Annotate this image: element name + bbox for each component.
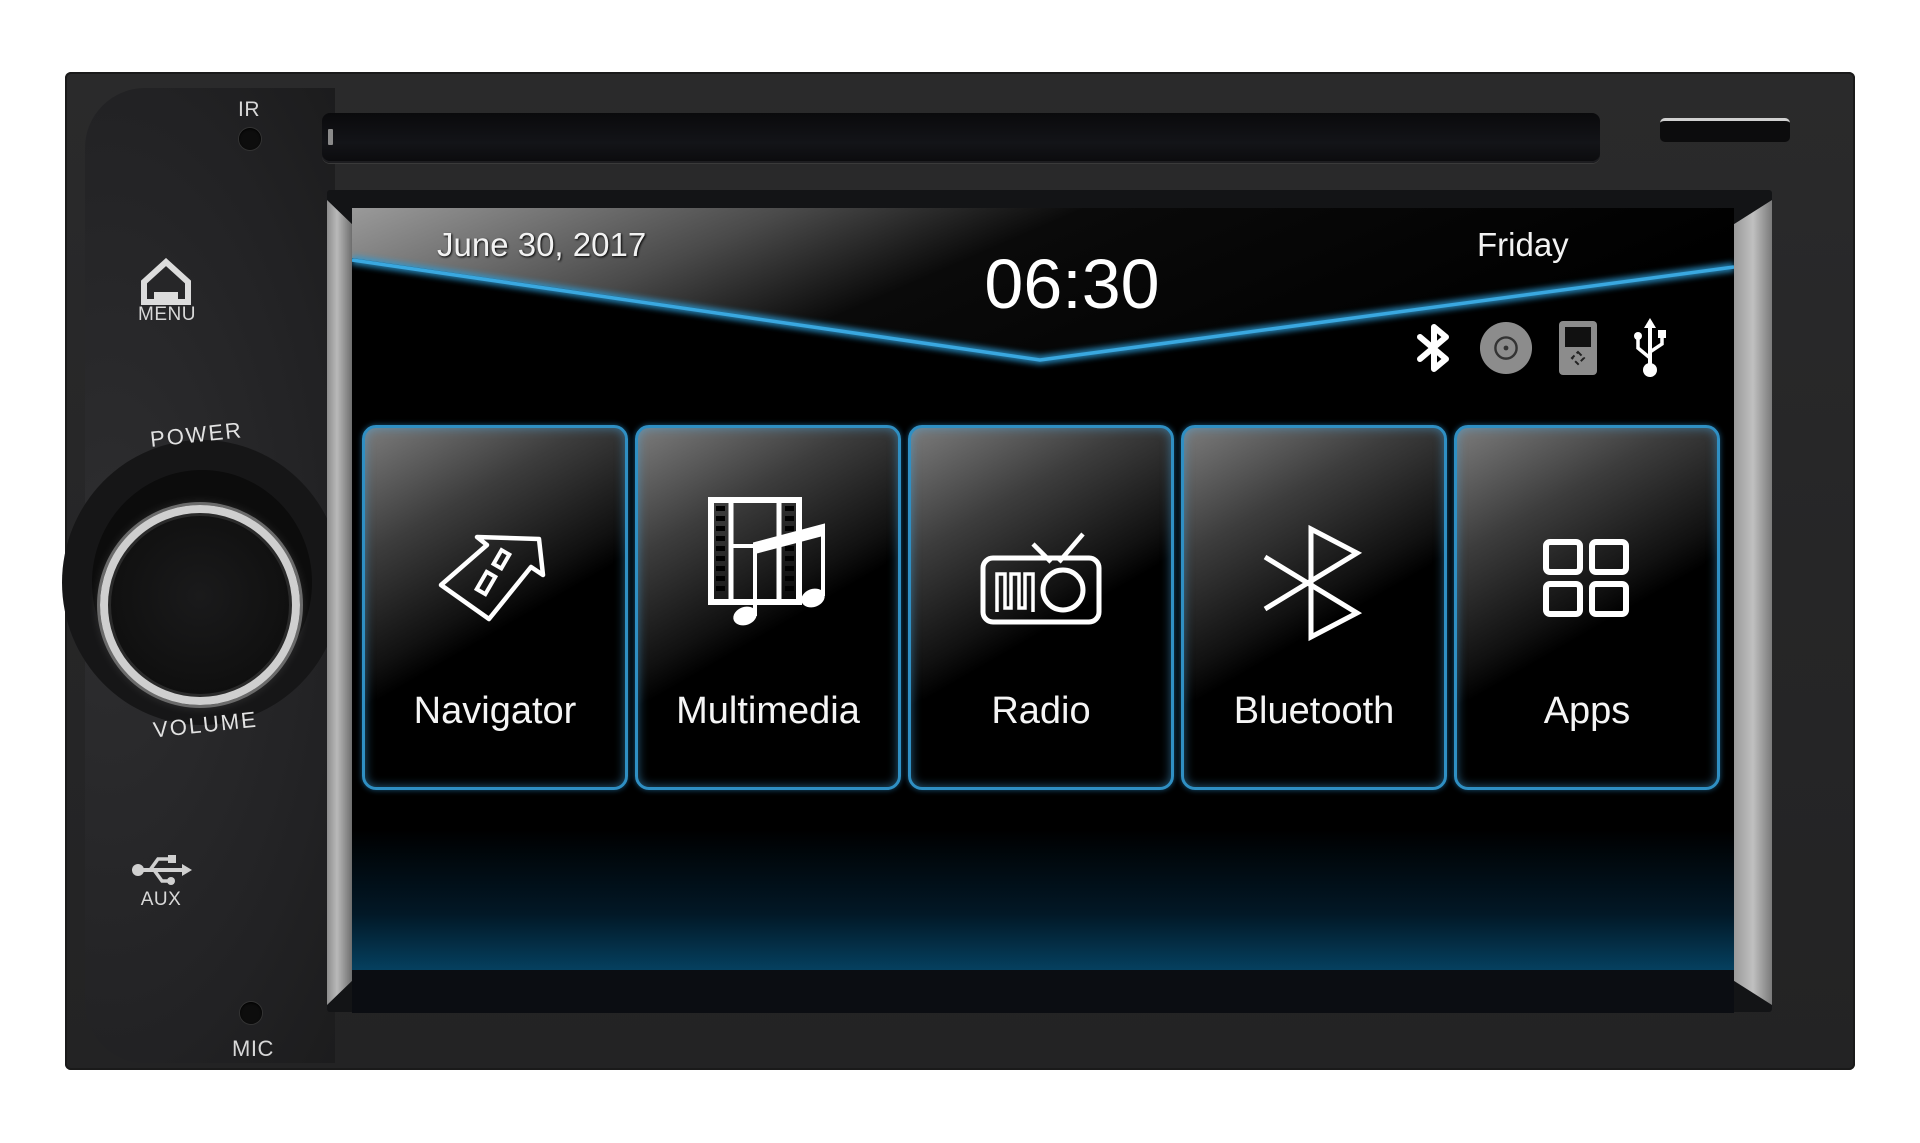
tile-icon-wrapper: [703, 496, 833, 625]
clock-display: 06:30: [984, 245, 1160, 323]
usb-icon: [1634, 318, 1666, 377]
tile-label: Multimedia: [676, 690, 860, 732]
bluetooth-icon: [1263, 524, 1363, 642]
screen-bottom-glow: [352, 830, 1734, 970]
ipod-status: [1551, 318, 1605, 378]
tile-label: Navigator: [413, 690, 577, 732]
bluetooth-icon: [1417, 324, 1449, 372]
ir-label: IR: [238, 98, 260, 121]
main-menu-tiles: Navigator Multimedia Radio Bluetooth App…: [362, 425, 1720, 790]
mic-hole: [240, 1002, 262, 1024]
status-bar: [1407, 318, 1677, 378]
tile-icon-wrapper: [430, 518, 560, 638]
radio-icon: [980, 532, 1102, 625]
day-display: Friday: [1477, 226, 1569, 263]
mic-label: MIC: [232, 1036, 274, 1061]
ipod-icon: [1559, 321, 1597, 375]
cd-slot-marker: [328, 129, 333, 145]
bluetooth-status: [1407, 318, 1461, 378]
aux-label: AUX: [140, 889, 182, 910]
tile-bluetooth[interactable]: Bluetooth: [1181, 425, 1447, 790]
bezel-right-edge: [1734, 200, 1772, 1005]
sd-card-slot[interactable]: [1660, 118, 1790, 142]
screen-bottom-band: [352, 970, 1734, 1013]
home-icon: [141, 257, 191, 305]
tile-icon-wrapper: [1522, 518, 1652, 638]
apps-grid-icon: [1543, 539, 1629, 617]
date-display: June 30, 2017: [437, 226, 647, 263]
tile-apps[interactable]: Apps: [1454, 425, 1720, 790]
tile-label: Bluetooth: [1233, 690, 1395, 732]
tile-radio[interactable]: Radio: [908, 425, 1174, 790]
navigation-arrow-icon: [438, 534, 546, 622]
usb-status: [1623, 318, 1677, 378]
tile-label: Radio: [991, 690, 1091, 732]
bezel-left-edge: [327, 200, 352, 1005]
usb-icon: [132, 855, 192, 885]
tile-multimedia[interactable]: Multimedia: [635, 425, 901, 790]
disc-status: [1479, 318, 1533, 378]
aux-port[interactable]: AUX: [130, 853, 192, 910]
tile-label: Apps: [1543, 690, 1631, 732]
ir-sensor: [239, 128, 261, 150]
film-music-icon: [708, 496, 825, 625]
tile-icon-wrapper: [976, 518, 1106, 638]
menu-label: MENU: [138, 304, 196, 325]
tile-navigator[interactable]: Navigator: [362, 425, 628, 790]
touchscreen: June 30, 2017 06:30 Friday Navigator Mul…: [352, 208, 1734, 970]
disc-icon: [1479, 321, 1533, 375]
power-volume-knob[interactable]: [100, 505, 300, 705]
cd-slot[interactable]: [322, 113, 1600, 163]
tile-icon-wrapper: [1249, 523, 1379, 643]
menu-button[interactable]: MENU: [138, 257, 195, 325]
